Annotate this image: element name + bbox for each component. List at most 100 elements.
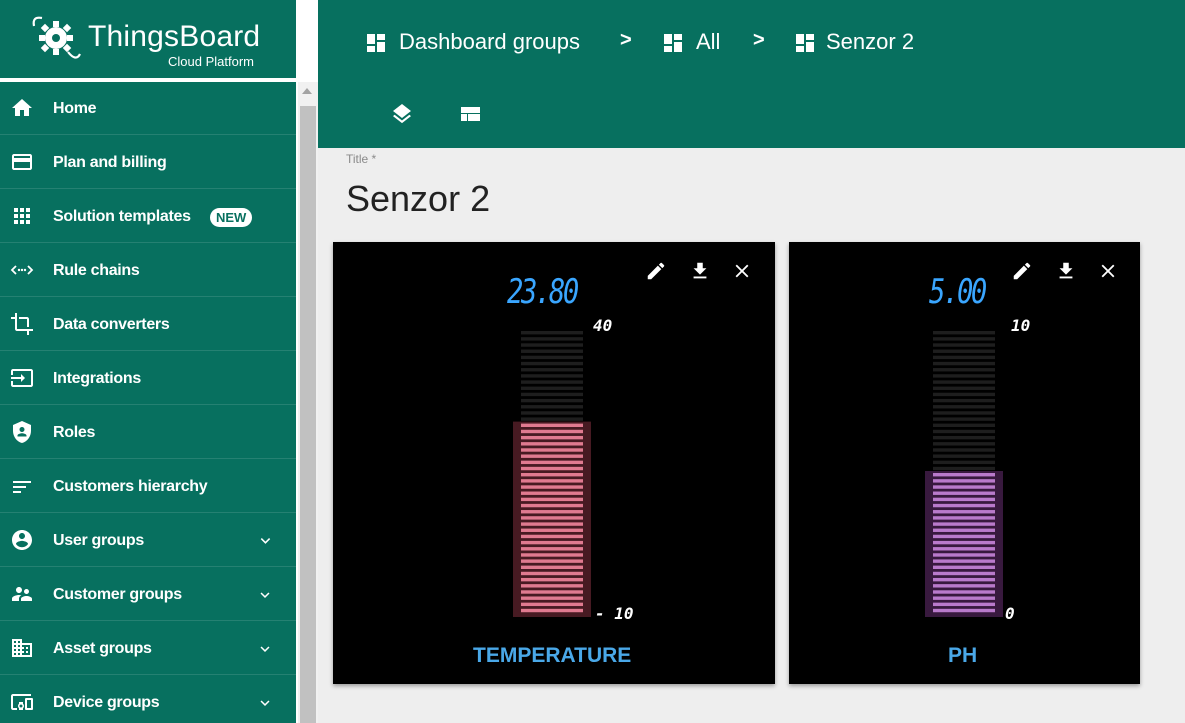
gauge-segment-unlit: [521, 380, 583, 384]
crop-icon: [11, 313, 33, 335]
gauge-segment-unlit: [933, 361, 995, 366]
gauge-segment-lit: [933, 553, 995, 557]
gauge-segment-lit: [521, 442, 583, 446]
gauge-segment-unlit: [521, 398, 583, 403]
gauge-segment-unlit: [933, 405, 995, 409]
sidebar-item-integrations[interactable]: Integrations: [0, 352, 296, 405]
gauge-segment-lit: [521, 503, 583, 508]
gauge-segment-lit: [521, 460, 583, 465]
gauge-segment-unlit: [933, 368, 995, 372]
gauge-segment-lit: [933, 577, 995, 582]
sidebar-item-user-groups[interactable]: User groups: [0, 514, 296, 567]
sidebar-item-label: Plan and billing: [53, 154, 167, 171]
gauge-segment-lit: [933, 540, 995, 545]
gauge-segment-unlit: [521, 343, 583, 347]
gauge-segment-unlit: [933, 374, 995, 378]
sidebar-scrollbar[interactable]: [298, 82, 318, 723]
gauge-segment-lit: [933, 516, 995, 520]
home-icon: [12, 99, 32, 116]
gauge-segment-unlit: [933, 331, 995, 335]
sidebar-item-data-converters[interactable]: Data converters: [0, 298, 296, 351]
sidebar-item-device-groups[interactable]: Device groups: [0, 676, 296, 723]
sidebar-item-customer-groups[interactable]: Customer groups: [0, 568, 296, 621]
dashboard-title[interactable]: Senzor 2: [346, 178, 490, 220]
gauge-segment-lit: [521, 602, 583, 607]
gauge-segment-lit: [521, 510, 583, 514]
gauge-segment-unlit: [933, 435, 995, 440]
gauge-segment-lit: [521, 577, 583, 582]
edit-icon[interactable]: [1011, 260, 1033, 282]
chevron-down-icon[interactable]: [256, 532, 274, 550]
gauge-segment-unlit: [521, 386, 583, 390]
gauge-segment-unlit: [521, 361, 583, 366]
edit-icon[interactable]: [645, 260, 667, 282]
gauge-segment-unlit: [933, 343, 995, 347]
sidebar-item-label: Customers hierarchy: [53, 478, 208, 495]
gauge-segment-lit: [521, 534, 583, 539]
gauge-segment-lit: [521, 435, 583, 440]
input-icon: [11, 369, 33, 387]
gauge-segment-unlit: [933, 380, 995, 384]
scroll-up-arrow-icon[interactable]: [302, 88, 312, 94]
temperature-widget[interactable]: 23.80 40 - 10 TEMPERATURE: [333, 242, 775, 684]
gauge-segment-lit: [933, 608, 995, 613]
gauge-segment-unlit: [933, 442, 995, 446]
code-arrows-icon: [10, 265, 34, 275]
gauge-segment-unlit: [933, 349, 995, 353]
ph-widget[interactable]: 5.00 10 0 PH: [789, 242, 1140, 684]
download-icon[interactable]: [689, 260, 711, 282]
gauge-segment-lit: [933, 571, 995, 576]
chevron-down-icon[interactable]: [256, 640, 274, 658]
gauge-segment-unlit: [521, 355, 583, 360]
gauge-segment-lit: [933, 602, 995, 607]
chevron-down-icon[interactable]: [256, 586, 274, 604]
gauge-segment-unlit: [933, 448, 995, 452]
gauge-segment-unlit: [933, 386, 995, 390]
gauge-segment-unlit: [933, 460, 995, 465]
sidebar-item-customers-hierarchy[interactable]: Customers hierarchy: [0, 460, 296, 513]
gauge-segment-lit: [521, 448, 583, 452]
account-circle-icon: [12, 530, 32, 550]
sort-lines-icon: [13, 481, 31, 493]
gauge-segment-lit: [521, 429, 583, 434]
sidebar-item-roles[interactable]: Roles: [0, 406, 296, 459]
gauge-segment-lit: [933, 559, 995, 563]
scrollbar-thumb[interactable]: [300, 106, 316, 723]
gauge-segment-unlit: [933, 392, 995, 397]
gauge-segment-unlit: [521, 392, 583, 397]
sidebar-item-solution-templates[interactable]: Solution templates NEW: [0, 190, 296, 243]
gauge-segment-unlit: [521, 331, 583, 335]
view-compact-icon[interactable]: [458, 102, 482, 126]
close-icon[interactable]: [1097, 260, 1119, 282]
chevron-down-icon[interactable]: [256, 694, 274, 712]
download-icon[interactable]: [1055, 260, 1077, 282]
title-field-label: Title *: [346, 152, 377, 166]
gauge-segment-lit: [933, 497, 995, 502]
widget-label: PH: [948, 644, 978, 667]
gauge-segment-unlit: [521, 374, 583, 378]
dashboard-icon: [367, 34, 385, 52]
layers-icon[interactable]: [390, 102, 414, 126]
sidebar-item-plan-and-billing[interactable]: Plan and billing: [0, 136, 296, 189]
domain-icon: [12, 639, 32, 657]
credit-card-icon: [12, 154, 32, 170]
gauge-segment-lit: [521, 423, 583, 428]
sidebar-item-label: Rule chains: [53, 262, 140, 279]
sidebar-item-label: User groups: [53, 532, 144, 549]
gauge-segment-unlit: [521, 368, 583, 372]
sidebar-item-rule-chains[interactable]: Rule chains: [0, 244, 296, 297]
sidebar-item-label: Device groups: [53, 694, 160, 711]
breadcrumb-separator: >: [753, 29, 765, 51]
gauge-segment-lit: [933, 565, 995, 570]
gauge-segment-lit: [933, 522, 995, 526]
logo[interactable]: ThingsBoard Cloud Platform: [0, 0, 296, 78]
dashboard-icon: [796, 34, 814, 52]
gauge-segment-lit: [933, 596, 995, 600]
sidebar-item-label: Customer groups: [53, 586, 182, 603]
sidebar-item-asset-groups[interactable]: Asset groups: [0, 622, 296, 675]
close-icon[interactable]: [731, 260, 753, 282]
sidebar-item-label: Asset groups: [53, 640, 152, 657]
gauge-segment-lit: [521, 454, 583, 458]
sidebar-item-home[interactable]: Home: [0, 82, 296, 135]
breadcrumb-label: Dashboard groups: [399, 29, 581, 54]
